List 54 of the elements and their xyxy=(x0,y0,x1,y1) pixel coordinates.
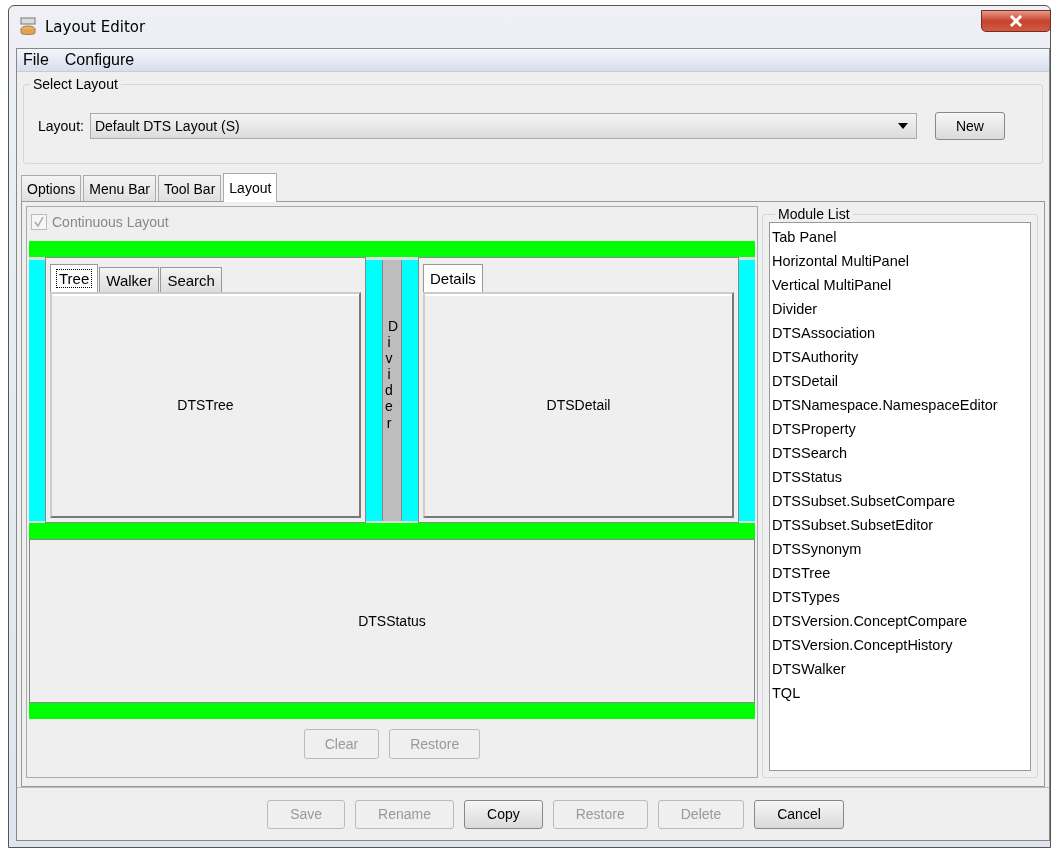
tab[interactable]: Layout xyxy=(223,173,278,202)
tab[interactable]: Options xyxy=(21,175,82,201)
list-item[interactable]: DTSSubset.SubsetEditor xyxy=(772,513,1028,537)
dropdown-arrow-icon xyxy=(897,123,908,129)
close-button[interactable] xyxy=(981,10,1051,32)
tab[interactable]: Tree xyxy=(50,264,99,292)
list-item[interactable]: DTSTree xyxy=(772,561,1028,585)
window-title: Layout Editor xyxy=(45,18,146,36)
list-item[interactable]: DTSSynonym xyxy=(772,537,1028,561)
menu-item[interactable]: File xyxy=(21,51,51,69)
list-item[interactable]: DTSVersion.ConceptCompare xyxy=(772,609,1028,633)
group-title: Module List xyxy=(777,206,851,222)
tab[interactable]: Menu Bar xyxy=(83,175,156,201)
list-item[interactable]: DTSStatus xyxy=(772,465,1028,489)
list-item[interactable]: DTSSubset.SubsetCompare xyxy=(772,489,1028,513)
split-bar[interactable] xyxy=(29,703,755,719)
list-item[interactable]: Horizontal MultiPanel xyxy=(772,249,1028,273)
list-item[interactable]: DTSDetail xyxy=(772,369,1028,393)
list-item[interactable]: DTSAssociation xyxy=(772,321,1028,345)
list-item[interactable]: DTSWalker xyxy=(772,657,1028,681)
list-item[interactable]: Vertical MultiPanel xyxy=(772,273,1028,297)
list-item[interactable]: DTSTypes xyxy=(772,585,1028,609)
list-item[interactable]: DTSNamespace.NamespaceEditor xyxy=(772,393,1028,417)
split-bar[interactable] xyxy=(29,523,755,539)
dialog-button[interactable]: Copy xyxy=(464,799,543,829)
group-title: Select Layout xyxy=(32,76,119,92)
layout-dropdown[interactable]: Default DTS Layout (S) xyxy=(89,113,917,139)
list-item[interactable]: DTSAuthority xyxy=(772,345,1028,369)
menu-item[interactable]: Configure xyxy=(62,51,137,69)
list-item[interactable]: Tab Panel xyxy=(772,225,1028,249)
list-item[interactable]: TQL xyxy=(772,681,1028,705)
divider-module: Divider xyxy=(382,260,402,521)
split-bar[interactable] xyxy=(29,260,45,521)
close-icon xyxy=(1009,15,1023,27)
new-button[interactable]: New xyxy=(934,112,1005,140)
tab[interactable]: Search xyxy=(160,267,222,292)
module-label: DTSTree xyxy=(177,397,234,413)
database-icon xyxy=(19,17,37,37)
tab[interactable]: Walker xyxy=(99,267,160,292)
split-bar[interactable] xyxy=(739,260,755,521)
list-item[interactable]: DTSVersion.ConceptHistory xyxy=(772,633,1028,657)
list-item[interactable]: DTSProperty xyxy=(772,417,1028,441)
module-label: DTSDetail xyxy=(546,397,611,413)
module-label: DTSStatus xyxy=(358,613,426,629)
tab[interactable]: Tool Bar xyxy=(157,175,222,201)
split-bar[interactable] xyxy=(366,260,382,521)
list-item[interactable]: Divider xyxy=(772,297,1028,321)
layout-label: Layout: xyxy=(38,118,84,134)
list-item[interactable]: DTSSearch xyxy=(772,441,1028,465)
tab[interactable]: Details xyxy=(423,264,483,292)
checkmark-icon xyxy=(33,216,45,228)
dialog-button[interactable]: Cancel xyxy=(754,799,844,829)
split-bar[interactable] xyxy=(29,241,755,257)
split-bar[interactable] xyxy=(402,260,418,521)
